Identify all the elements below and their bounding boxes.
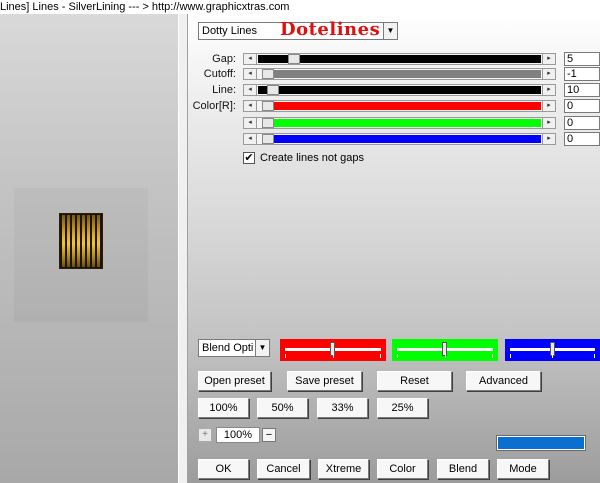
green-blend-slider[interactable]: [392, 339, 498, 361]
line-slider[interactable]: ◂ ▸: [243, 84, 556, 96]
zoom-50-button[interactable]: 50%: [257, 398, 308, 418]
channel-5-track[interactable]: [258, 134, 541, 144]
cancel-button[interactable]: Cancel: [257, 459, 310, 479]
zoom-100-button[interactable]: 100%: [198, 398, 249, 418]
save-preset-button[interactable]: Save preset: [287, 371, 362, 391]
gap-value[interactable]: 5: [564, 52, 600, 66]
create-lines-label: Create lines not gaps: [260, 152, 364, 164]
right-arrow-icon[interactable]: ▸: [542, 134, 555, 144]
zoom-out-button[interactable]: −: [262, 428, 276, 442]
slider-tick: [285, 354, 286, 358]
cutoff-fill: [274, 70, 541, 78]
blend-button[interactable]: Blend: [437, 459, 489, 479]
zoom-in-button[interactable]: +: [198, 428, 212, 442]
line-track[interactable]: [258, 85, 541, 95]
chevron-down-icon: ▼: [383, 23, 397, 39]
channel-5-value[interactable]: 0: [564, 132, 600, 146]
zoom-level: 100%: [216, 427, 260, 443]
filter-name: Dotelines: [280, 19, 381, 40]
slider-tick: [380, 354, 381, 358]
cutoff-slider[interactable]: ◂ ▸: [243, 68, 556, 80]
channel-5-fill: [274, 135, 541, 143]
color-button[interactable]: Color: [377, 459, 428, 479]
channel-4-value[interactable]: 0: [564, 116, 600, 130]
color-swatch[interactable]: [496, 435, 586, 451]
slider-tick: [510, 354, 511, 358]
line-fill: [279, 86, 541, 94]
left-arrow-icon[interactable]: ◂: [244, 54, 257, 64]
left-arrow-icon[interactable]: ◂: [244, 85, 257, 95]
cutoff-value[interactable]: -1: [564, 67, 600, 81]
gap-track[interactable]: [258, 54, 541, 64]
cutoff-thumb[interactable]: [262, 69, 274, 79]
slider-tick: [594, 354, 595, 358]
xtreme-button[interactable]: Xtreme: [318, 459, 369, 479]
left-arrow-icon[interactable]: ◂: [244, 134, 257, 144]
preview-image: [59, 213, 103, 269]
colorr-value[interactable]: 0: [564, 99, 600, 113]
cutoff-track[interactable]: [258, 69, 541, 79]
cutoff-label: Cutoff:: [203, 68, 236, 80]
line-value[interactable]: 10: [564, 83, 600, 97]
advanced-button[interactable]: Advanced: [466, 371, 541, 391]
slider-tick: [552, 354, 553, 358]
slider-tick: [333, 354, 334, 358]
chevron-down-icon: ▼: [255, 340, 269, 356]
create-lines-checkbox[interactable]: ✔: [243, 152, 255, 164]
preset-select-value: Dotty Lines: [202, 25, 258, 37]
colorr-thumb[interactable]: [262, 101, 274, 111]
gap-thumb[interactable]: [288, 54, 300, 64]
reset-button[interactable]: Reset: [377, 371, 452, 391]
right-arrow-icon[interactable]: ▸: [542, 85, 555, 95]
colorr-slider[interactable]: ◂ ▸: [243, 100, 556, 112]
right-arrow-icon[interactable]: ▸: [542, 101, 555, 111]
right-arrow-icon[interactable]: ▸: [542, 54, 555, 64]
ok-button[interactable]: OK: [198, 459, 249, 479]
left-arrow-icon[interactable]: ◂: [244, 118, 257, 128]
colorr-label: Color[R]:: [192, 100, 236, 112]
channel-4-track[interactable]: [258, 118, 541, 128]
blue-blend-slider[interactable]: [505, 339, 600, 361]
right-arrow-icon[interactable]: ▸: [542, 118, 555, 128]
red-blend-slider[interactable]: [280, 339, 386, 361]
open-preset-button[interactable]: Open preset: [198, 371, 271, 391]
preview-area[interactable]: [14, 188, 148, 322]
channel-4-thumb[interactable]: [262, 118, 274, 128]
slider-tick: [492, 354, 493, 358]
zoom-25-button[interactable]: 25%: [377, 398, 428, 418]
preview-panel: [0, 14, 178, 483]
left-arrow-icon[interactable]: ◂: [244, 69, 257, 79]
blend-options-value: Blend Opti: [202, 342, 254, 354]
zoom-33-button[interactable]: 33%: [317, 398, 368, 418]
colorr-fill: [274, 102, 541, 110]
channel-5-slider[interactable]: ◂ ▸: [243, 133, 556, 145]
gap-label: Gap:: [212, 53, 236, 65]
gap-slider[interactable]: ◂ ▸: [243, 53, 556, 65]
check-icon: ✔: [244, 152, 254, 164]
right-arrow-icon[interactable]: ▸: [542, 69, 555, 79]
left-arrow-icon[interactable]: ◂: [244, 101, 257, 111]
channel-4-fill: [274, 119, 541, 127]
mode-button[interactable]: Mode: [497, 459, 549, 479]
blend-options-select[interactable]: Blend Opti ▼: [198, 339, 270, 357]
window-title: Lines] Lines - SilverLining --- > http:/…: [0, 0, 600, 14]
line-label: Line:: [212, 84, 236, 96]
slider-tick: [445, 354, 446, 358]
slider-tick: [397, 354, 398, 358]
channel-4-slider[interactable]: ◂ ▸: [243, 117, 556, 129]
channel-5-thumb[interactable]: [262, 134, 274, 144]
line-thumb[interactable]: [267, 85, 279, 95]
colorr-track[interactable]: [258, 101, 541, 111]
gap-fill: [300, 55, 541, 63]
